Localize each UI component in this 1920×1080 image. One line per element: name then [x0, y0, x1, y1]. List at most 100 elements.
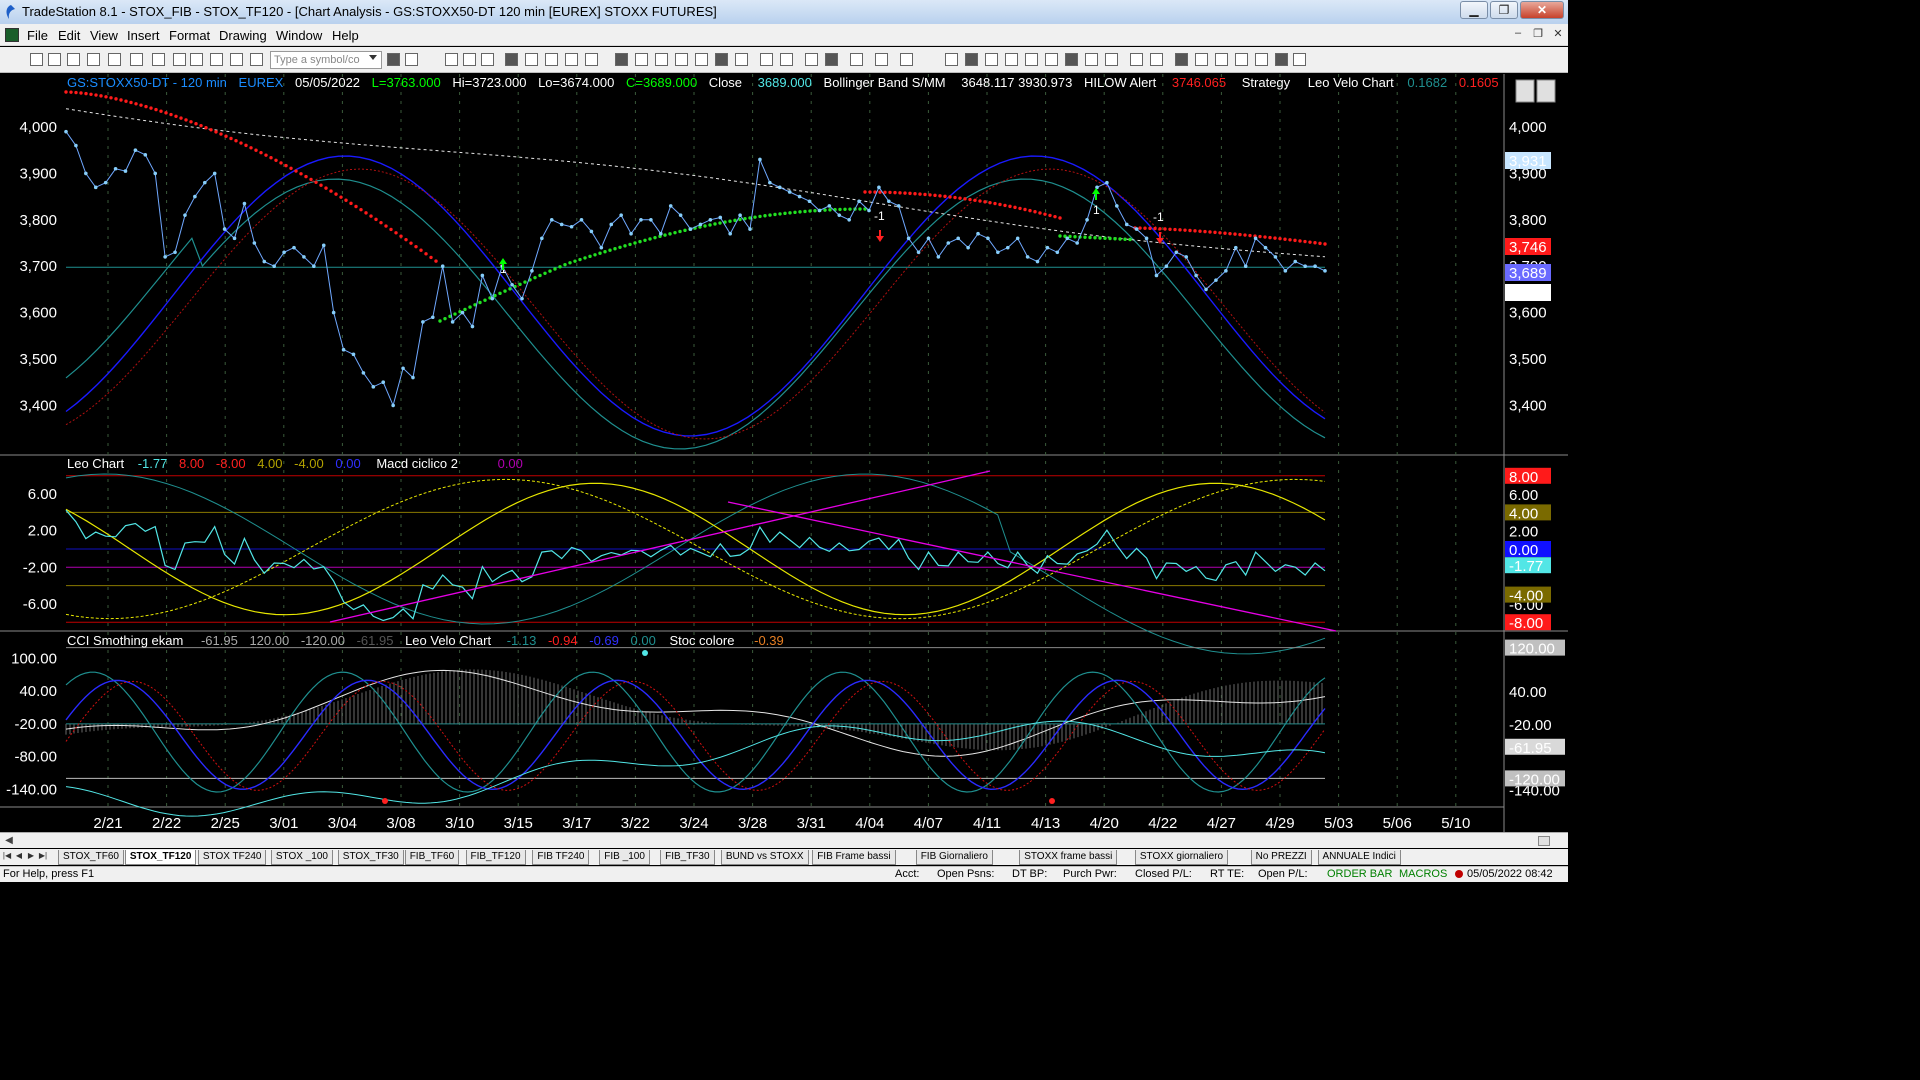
tool-icon[interactable]: [780, 53, 793, 66]
open-icon[interactable]: [230, 53, 243, 66]
menu-view[interactable]: View: [90, 28, 118, 43]
tool-icon[interactable]: [760, 53, 773, 66]
tab-fib-tf120[interactable]: FIB_TF120: [465, 850, 526, 865]
close-button[interactable]: ✕: [1520, 1, 1564, 19]
tool-icon[interactable]: [805, 53, 818, 66]
tab-annuale-indici[interactable]: ANNUALE Indici: [1317, 850, 1401, 865]
tab-next-icon[interactable]: ▶: [26, 851, 36, 863]
tool-icon[interactable]: [1195, 53, 1208, 66]
order-bar-button[interactable]: ORDER BAR: [1327, 868, 1392, 880]
chart-window-icon[interactable]: [5, 28, 19, 42]
save-icon[interactable]: [250, 53, 263, 66]
tab-fib-frame-bassi[interactable]: FIB Frame bassi: [812, 850, 896, 865]
tool-icon[interactable]: [1275, 53, 1288, 66]
tool-icon[interactable]: [1130, 53, 1143, 66]
tab-prev-icon[interactable]: ◀: [14, 851, 24, 863]
open-icon[interactable]: [48, 53, 61, 66]
menu-edit[interactable]: Edit: [58, 28, 80, 43]
tab-bund-vs-stoxx[interactable]: BUND vs STOXX: [720, 850, 809, 865]
tool-icon[interactable]: [850, 53, 863, 66]
menu-drawing[interactable]: Drawing: [219, 28, 267, 43]
tool-icon[interactable]: [585, 53, 598, 66]
tool-icon[interactable]: [1235, 53, 1248, 66]
tool-icon[interactable]: [695, 53, 708, 66]
print-icon[interactable]: [87, 53, 100, 66]
tool-icon[interactable]: [445, 53, 458, 66]
tool-icon[interactable]: [715, 53, 728, 66]
tab-first-icon[interactable]: |◀: [2, 851, 12, 863]
menu-format[interactable]: Format: [169, 28, 210, 43]
key-icon[interactable]: [152, 53, 165, 66]
maximize-button[interactable]: ❐: [1490, 1, 1518, 19]
scroll-thumb[interactable]: [1538, 836, 1550, 846]
tool-icon[interactable]: [900, 53, 913, 66]
tool-icon[interactable]: [1005, 53, 1018, 66]
tool-icon[interactable]: [565, 53, 578, 66]
tool-icon[interactable]: [387, 53, 400, 66]
new-icon[interactable]: [210, 53, 223, 66]
menu-insert[interactable]: Insert: [127, 28, 160, 43]
tool-icon[interactable]: [825, 53, 838, 66]
tool-icon[interactable]: [1215, 53, 1228, 66]
menu-help[interactable]: Help: [332, 28, 359, 43]
tab-no-prezzi[interactable]: No PREZZI: [1250, 850, 1312, 865]
mdi-minimize-button[interactable]: –: [1510, 27, 1526, 42]
print-preview-icon[interactable]: [108, 53, 121, 66]
tab-last-icon[interactable]: ▶|: [38, 851, 48, 863]
lock-icon[interactable]: [130, 53, 143, 66]
horizontal-scrollbar[interactable]: ◀: [0, 832, 1568, 848]
tool-icon[interactable]: [615, 53, 628, 66]
tool-icon[interactable]: [1085, 53, 1098, 66]
scroll-left-icon[interactable]: ◀: [2, 834, 16, 848]
tool-icon[interactable]: [655, 53, 668, 66]
panel-restore-button[interactable]: [1536, 79, 1556, 103]
tool-icon[interactable]: [675, 53, 688, 66]
tool-icon[interactable]: [635, 53, 648, 66]
tool-icon[interactable]: [405, 53, 418, 66]
tab-stox-tf30[interactable]: STOX_TF30: [337, 850, 404, 865]
tab-stox-tf120[interactable]: STOX_TF120: [124, 850, 197, 865]
tool-icon[interactable]: [985, 53, 998, 66]
tab-fib-giornaliero[interactable]: FIB Giornaliero: [915, 850, 993, 865]
save-icon[interactable]: [67, 53, 80, 66]
chart-analysis-area[interactable]: 2/21 2/22 2/25 3/01 3/04 3/08 3/10 3/15 3/17 3/22…: [0, 74, 1568, 832]
tool-icon[interactable]: [1065, 53, 1078, 66]
panel-minimize-button[interactable]: [1515, 79, 1535, 103]
tab-fib-tf60[interactable]: FIB_TF60: [404, 850, 460, 865]
tool-icon[interactable]: [545, 53, 558, 66]
tool-icon[interactable]: [525, 53, 538, 66]
chevron-down-icon[interactable]: [369, 55, 377, 60]
tool-icon[interactable]: [463, 53, 476, 66]
symbol-input[interactable]: Type a symbol/co: [270, 51, 382, 69]
tool-icon[interactable]: [1150, 53, 1163, 66]
tab-stoxx-frame-bassi[interactable]: STOXX frame bassi: [1019, 850, 1118, 865]
tab-fib-tf30[interactable]: FIB_TF30: [660, 850, 715, 865]
tool-icon[interactable]: [945, 53, 958, 66]
tool-icon[interactable]: [1105, 53, 1118, 66]
menu-file[interactable]: File: [27, 28, 48, 43]
tab-fib-100[interactable]: FIB _100: [599, 850, 650, 865]
tool-icon[interactable]: [505, 53, 518, 66]
minimize-button[interactable]: ▁: [1460, 1, 1488, 19]
tool-icon[interactable]: [1045, 53, 1058, 66]
tool-icon[interactable]: [481, 53, 494, 66]
tab-stoxx-giornaliero[interactable]: STOXX giornaliero: [1134, 850, 1229, 865]
tab-stox-tf240[interactable]: STOX TF240: [197, 850, 267, 865]
tab-fib-tf240[interactable]: FIB TF240: [532, 850, 590, 865]
tool-icon[interactable]: [1025, 53, 1038, 66]
tool-icon[interactable]: [1293, 53, 1306, 66]
tool-icon[interactable]: [735, 53, 748, 66]
menu-window[interactable]: Window: [276, 28, 322, 43]
paint-icon[interactable]: [190, 53, 203, 66]
tool-icon[interactable]: [1255, 53, 1268, 66]
tab-stox-100[interactable]: STOX _100: [270, 850, 333, 865]
tool-icon[interactable]: [875, 53, 888, 66]
new-icon[interactable]: [30, 53, 43, 66]
mdi-restore-button[interactable]: ❐: [1530, 27, 1546, 42]
tool-icon[interactable]: [1175, 53, 1188, 66]
chart-canvas[interactable]: 2/21 2/22 2/25 3/01 3/04 3/08 3/10 3/15 3/17 3/22…: [0, 74, 1568, 832]
mdi-close-button[interactable]: ✕: [1550, 27, 1566, 42]
tab-stox-tf60[interactable]: STOX_TF60: [58, 850, 124, 865]
macros-button[interactable]: MACROS: [1399, 868, 1447, 880]
tool-icon[interactable]: [965, 53, 978, 66]
